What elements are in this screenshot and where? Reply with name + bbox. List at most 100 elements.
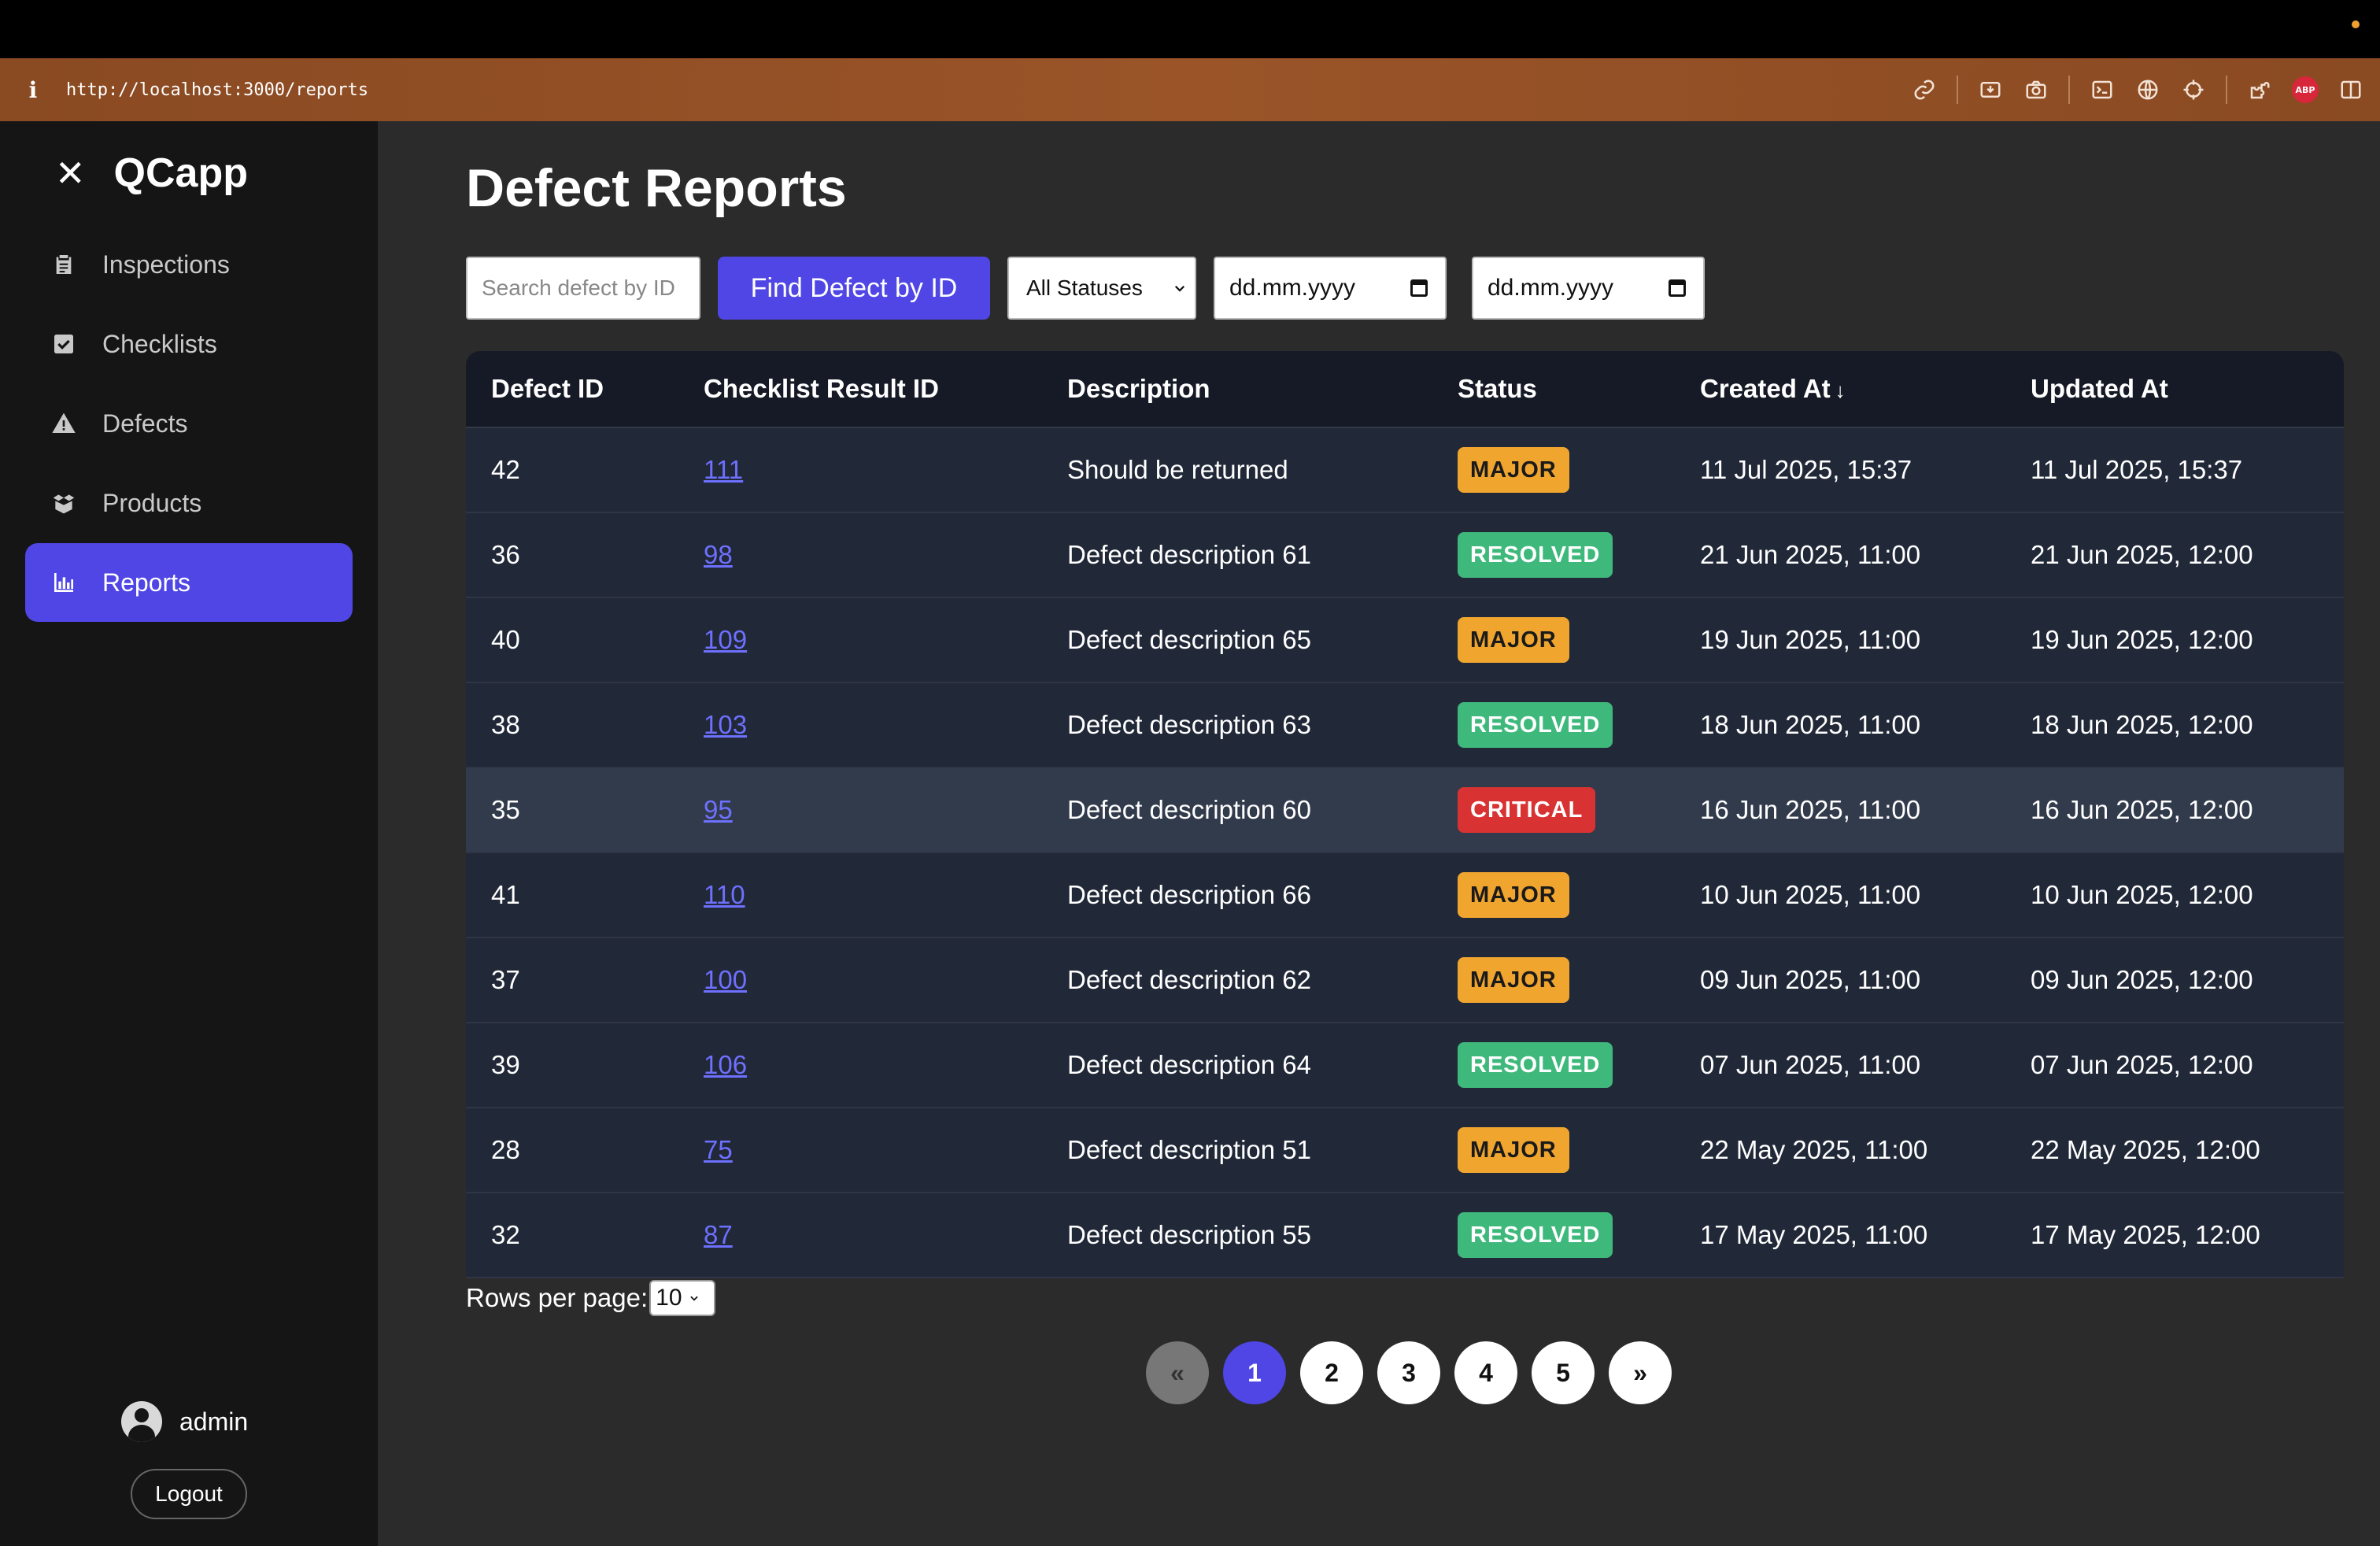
checklist-result-link[interactable]: 98 bbox=[704, 540, 733, 569]
rows-per-page-select[interactable]: 10 bbox=[649, 1280, 716, 1316]
checklist-result-link[interactable]: 110 bbox=[704, 880, 745, 909]
column-header-status[interactable]: Status bbox=[1432, 374, 1675, 404]
sidebar-item-products[interactable]: Products bbox=[25, 464, 353, 542]
sidebar-item-inspections[interactable]: Inspections bbox=[25, 225, 353, 304]
brand: ✕ QCapp bbox=[55, 150, 248, 197]
download-box-icon[interactable] bbox=[1977, 76, 2004, 103]
table-header: Defect ID Checklist Result ID Descriptio… bbox=[466, 351, 2344, 428]
table-row[interactable]: 36 98 Defect description 61 RESOLVED 21 Jun … bbox=[466, 513, 2344, 598]
url-text[interactable]: http://localhost:3000/reports bbox=[66, 80, 368, 100]
info-icon[interactable]: i bbox=[0, 77, 66, 103]
date-from-value: dd.mm.yyyy bbox=[1229, 275, 1356, 301]
close-icon[interactable]: ✕ bbox=[55, 155, 86, 191]
description-cell: Defect description 66 bbox=[1067, 880, 1312, 909]
extensions-icon[interactable] bbox=[2246, 76, 2273, 103]
created-at-cell: 10 Jun 2025, 11:00 bbox=[1700, 880, 1921, 909]
find-defect-button[interactable]: Find Defect by ID bbox=[718, 257, 990, 320]
description-cell: Defect description 61 bbox=[1067, 540, 1312, 569]
checklist-result-cell: 98 bbox=[678, 540, 1042, 570]
logout-button[interactable]: Logout bbox=[131, 1469, 247, 1519]
rows-per-page: Rows per page: 10 bbox=[466, 1280, 716, 1316]
table-row[interactable]: 28 75 Defect description 51 MAJOR 22 May 202… bbox=[466, 1108, 2344, 1193]
table-row[interactable]: 37 100 Defect description 62 MAJOR 09 Jun 20… bbox=[466, 938, 2344, 1023]
table-row[interactable]: 35 95 Defect description 60 CRITICAL 16 Jun … bbox=[466, 768, 2344, 853]
description-cell: Defect description 60 bbox=[1067, 795, 1312, 824]
checklist-result-link[interactable]: 103 bbox=[704, 710, 747, 739]
description-cell: Defect description 63 bbox=[1067, 710, 1312, 739]
next-page-button[interactable]: » bbox=[1609, 1341, 1672, 1404]
page-button[interactable]: 4 bbox=[1454, 1341, 1517, 1404]
sidebar-item-defects[interactable]: Defects bbox=[25, 384, 353, 463]
defect-id-cell: 38 bbox=[491, 710, 520, 739]
status-dot bbox=[2352, 20, 2360, 28]
adblock-icon[interactable]: ABP bbox=[2292, 76, 2319, 103]
chevron-down-icon bbox=[689, 1296, 698, 1301]
column-header-description[interactable]: Description bbox=[1042, 374, 1432, 404]
created-at-cell: 07 Jun 2025, 11:00 bbox=[1700, 1050, 1921, 1079]
page-button[interactable]: 2 bbox=[1300, 1341, 1363, 1404]
date-to-input[interactable]: dd.mm.yyyy bbox=[1472, 257, 1705, 320]
sidebar-item-checklists[interactable]: Checklists bbox=[25, 305, 353, 383]
created-at-cell: 17 May 2025, 11:00 bbox=[1700, 1220, 1928, 1249]
page-button[interactable]: 5 bbox=[1532, 1341, 1595, 1404]
search-input[interactable]: Search defect by ID bbox=[466, 257, 700, 320]
created-at-cell: 09 Jun 2025, 11:00 bbox=[1700, 965, 1921, 994]
page-button[interactable]: 3 bbox=[1377, 1341, 1440, 1404]
table-row[interactable]: 40 109 Defect description 65 MAJOR 19 Jun 20… bbox=[466, 598, 2344, 683]
checklist-result-link[interactable]: 75 bbox=[704, 1135, 733, 1164]
description-cell: Should be returned bbox=[1067, 455, 1288, 484]
checklist-result-link[interactable]: 100 bbox=[704, 965, 747, 994]
checklist-result-link[interactable]: 106 bbox=[704, 1050, 747, 1079]
checklist-result-link[interactable]: 95 bbox=[704, 795, 733, 824]
defect-id-cell: 32 bbox=[491, 1220, 520, 1249]
sidebar-toggle-icon[interactable] bbox=[2338, 76, 2364, 103]
crosshair-icon[interactable] bbox=[2180, 76, 2207, 103]
table-row[interactable]: 42 111 Should be returned MAJOR 11 Jul 2025,… bbox=[466, 428, 2344, 513]
column-header-updated-at[interactable]: Updated At bbox=[2005, 374, 2344, 404]
table-row[interactable]: 39 106 Defect description 64 RESOLVED 07 Jun… bbox=[466, 1023, 2344, 1108]
status-cell: MAJOR bbox=[1432, 447, 1675, 493]
status-cell: RESOLVED bbox=[1432, 1042, 1675, 1088]
checklist-result-link[interactable]: 87 bbox=[704, 1220, 733, 1249]
status-cell: RESOLVED bbox=[1432, 532, 1675, 578]
table-body: 42 111 Should be returned MAJOR 11 Jul 2025,… bbox=[466, 428, 2344, 1278]
status-cell: RESOLVED bbox=[1432, 1212, 1675, 1258]
terminal-icon[interactable] bbox=[2089, 76, 2116, 103]
checklist-result-link[interactable]: 109 bbox=[704, 625, 747, 654]
column-header-defect-id[interactable]: Defect ID bbox=[466, 374, 678, 404]
updated-at-cell: 19 Jun 2025, 12:00 bbox=[2031, 625, 2253, 654]
checklist-result-cell: 100 bbox=[678, 965, 1042, 995]
link-icon[interactable] bbox=[1911, 76, 1938, 103]
status-select[interactable]: All Statuses bbox=[1007, 257, 1196, 320]
rows-per-page-value: 10 bbox=[656, 1285, 682, 1311]
column-header-checklist-result-id[interactable]: Checklist Result ID bbox=[678, 374, 1042, 404]
updated-at-cell: 11 Jul 2025, 15:37 bbox=[2031, 455, 2243, 484]
column-header-created-at[interactable]: Created At ↓ bbox=[1675, 374, 2005, 404]
table-row[interactable]: 38 103 Defect description 63 RESOLVED 18 Jun… bbox=[466, 683, 2344, 768]
date-from-input[interactable]: dd.mm.yyyy bbox=[1214, 257, 1447, 320]
updated-at-cell: 09 Jun 2025, 12:00 bbox=[2031, 965, 2253, 994]
sidebar-item-reports[interactable]: Reports bbox=[25, 543, 353, 622]
status-cell: MAJOR bbox=[1432, 1127, 1675, 1173]
clipboard-icon bbox=[50, 251, 77, 278]
toolbar-separator bbox=[2068, 76, 2070, 104]
prev-page-button[interactable]: « bbox=[1146, 1341, 1209, 1404]
created-at-cell: 18 Jun 2025, 11:00 bbox=[1700, 710, 1921, 739]
camera-icon[interactable] bbox=[2023, 76, 2049, 103]
toolbar-separator bbox=[2226, 76, 2227, 104]
created-at-cell: 11 Jul 2025, 15:37 bbox=[1700, 455, 1913, 484]
app-name: QCapp bbox=[113, 150, 248, 196]
updated-at-cell: 22 May 2025, 12:00 bbox=[2031, 1135, 2260, 1164]
updated-at-cell: 07 Jun 2025, 12:00 bbox=[2031, 1050, 2253, 1079]
defect-id-cell: 40 bbox=[491, 625, 520, 654]
calendar-icon[interactable] bbox=[1669, 279, 1686, 297]
table-row[interactable]: 41 110 Defect description 66 MAJOR 10 Jun 20… bbox=[466, 853, 2344, 938]
checklist-result-link[interactable]: 111 bbox=[704, 455, 743, 484]
calendar-icon[interactable] bbox=[1410, 279, 1428, 297]
page-button[interactable]: 1 bbox=[1223, 1341, 1286, 1404]
globe-icon[interactable] bbox=[2134, 76, 2161, 103]
table-row[interactable]: 32 87 Defect description 55 RESOLVED 17 May … bbox=[466, 1193, 2344, 1278]
checklist-result-cell: 109 bbox=[678, 625, 1042, 655]
created-at-cell: 22 May 2025, 11:00 bbox=[1700, 1135, 1928, 1164]
rows-per-page-label: Rows per page: bbox=[466, 1283, 649, 1312]
